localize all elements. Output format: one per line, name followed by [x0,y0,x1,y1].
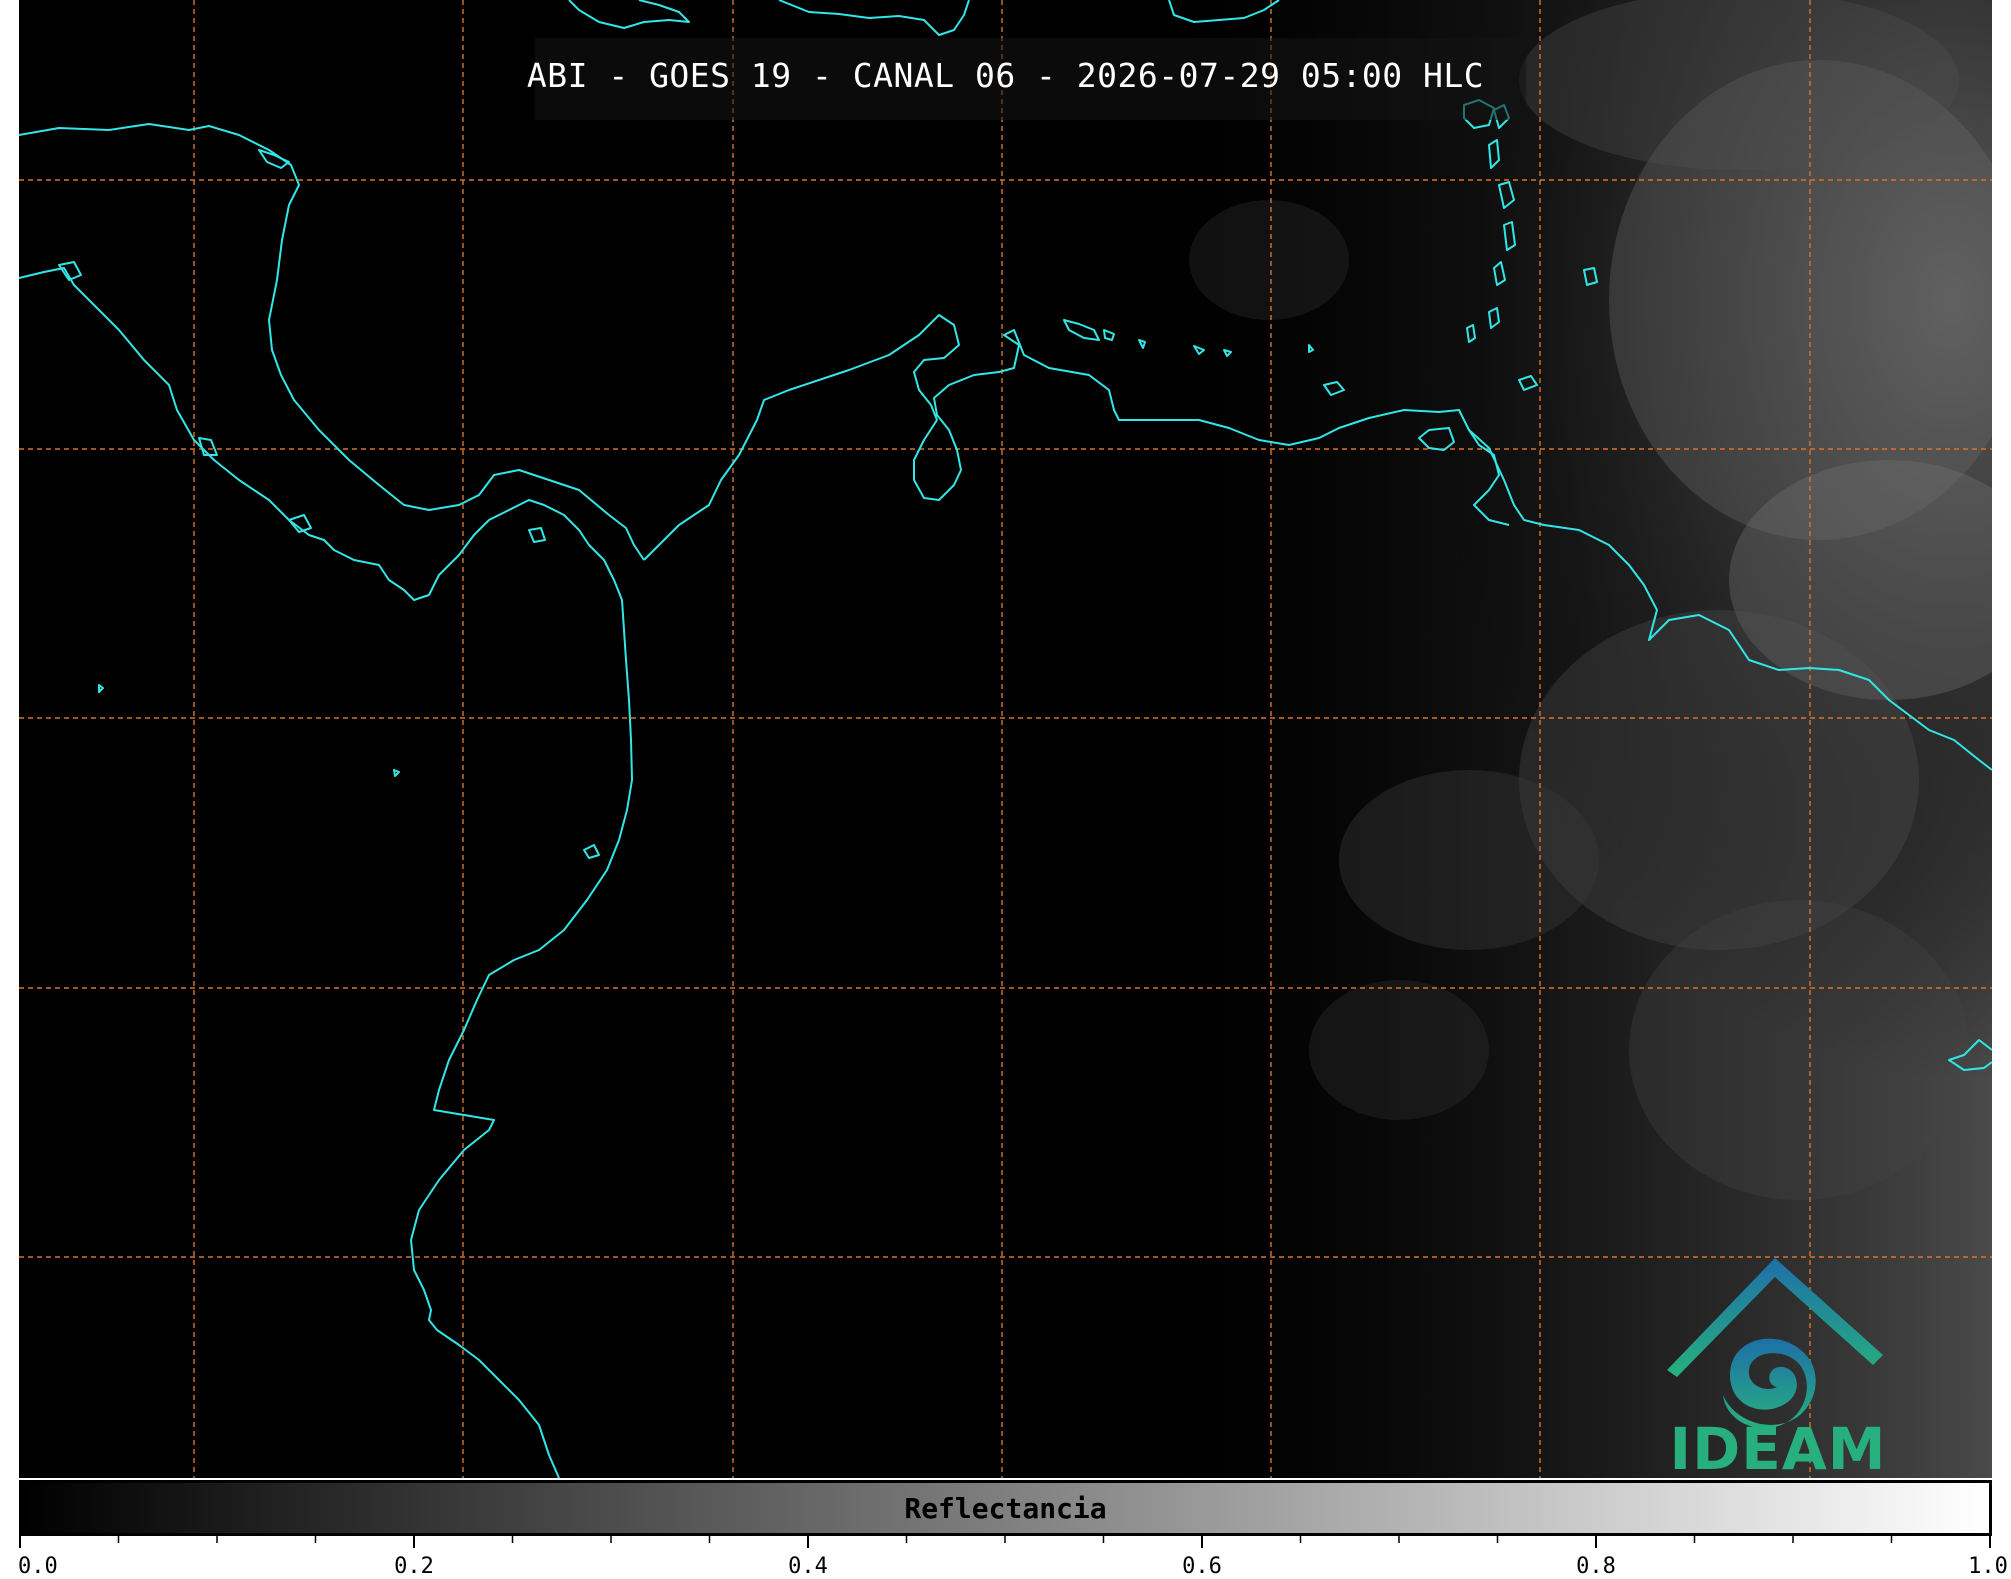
colorbar-tick-label: 1.0 [1968,1554,2008,1579]
logo-text: IDEAM [1669,1415,1887,1483]
colorbar-tick-label: 0.8 [1576,1554,1616,1579]
map-title: ABI - GOES 19 - CANAL 06 - 2026-07-29 05… [526,56,1485,95]
colorbar-tick-label: 0.2 [394,1554,434,1579]
colorbar-tick-label: 0.4 [788,1554,828,1579]
colorbar-label: Reflectancia [904,1492,1107,1525]
colorbar-tick-label: 0.0 [18,1554,58,1579]
colorbar-ticks [19,1536,1991,1548]
colorbar-tick-label: 0.6 [1182,1554,1222,1579]
